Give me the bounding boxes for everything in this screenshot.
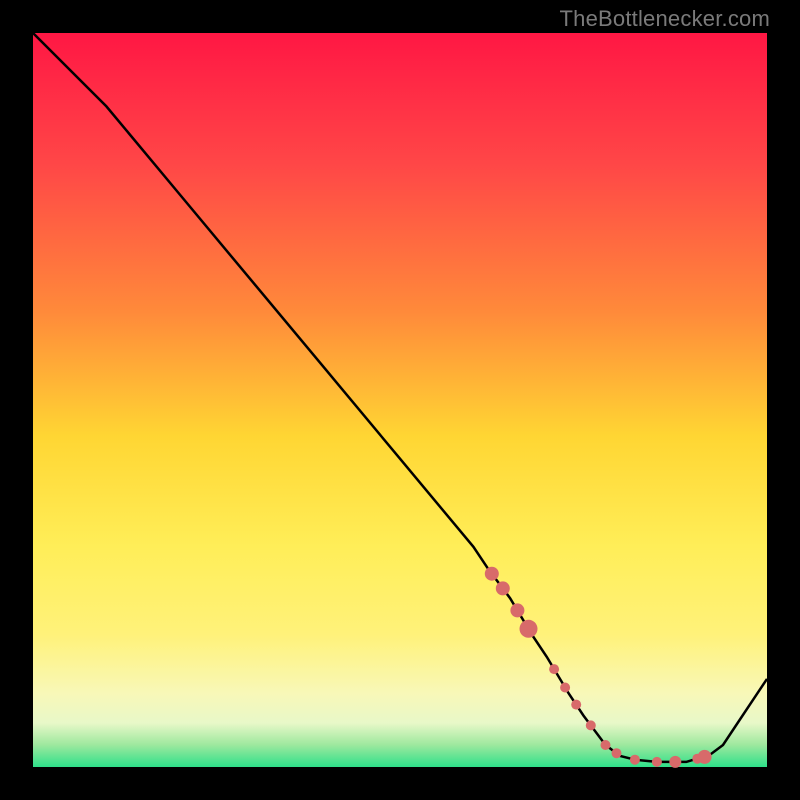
data-point xyxy=(520,620,538,638)
bottleneck-curve xyxy=(33,33,767,762)
data-point xyxy=(669,756,681,768)
plot-area xyxy=(33,33,767,767)
data-point xyxy=(586,720,596,730)
data-point xyxy=(612,748,622,758)
data-point xyxy=(652,757,662,767)
data-point xyxy=(571,700,581,710)
data-point xyxy=(496,581,510,595)
data-point xyxy=(485,567,499,581)
curve-layer xyxy=(33,33,767,767)
watermark-text: TheBottlenecker.com xyxy=(560,6,770,32)
data-point xyxy=(510,603,524,617)
data-point xyxy=(601,740,611,750)
data-point xyxy=(549,664,559,674)
data-point xyxy=(630,755,640,765)
data-point xyxy=(698,750,712,764)
chart-root: TheBottlenecker.com xyxy=(0,0,800,800)
data-point xyxy=(560,683,570,693)
